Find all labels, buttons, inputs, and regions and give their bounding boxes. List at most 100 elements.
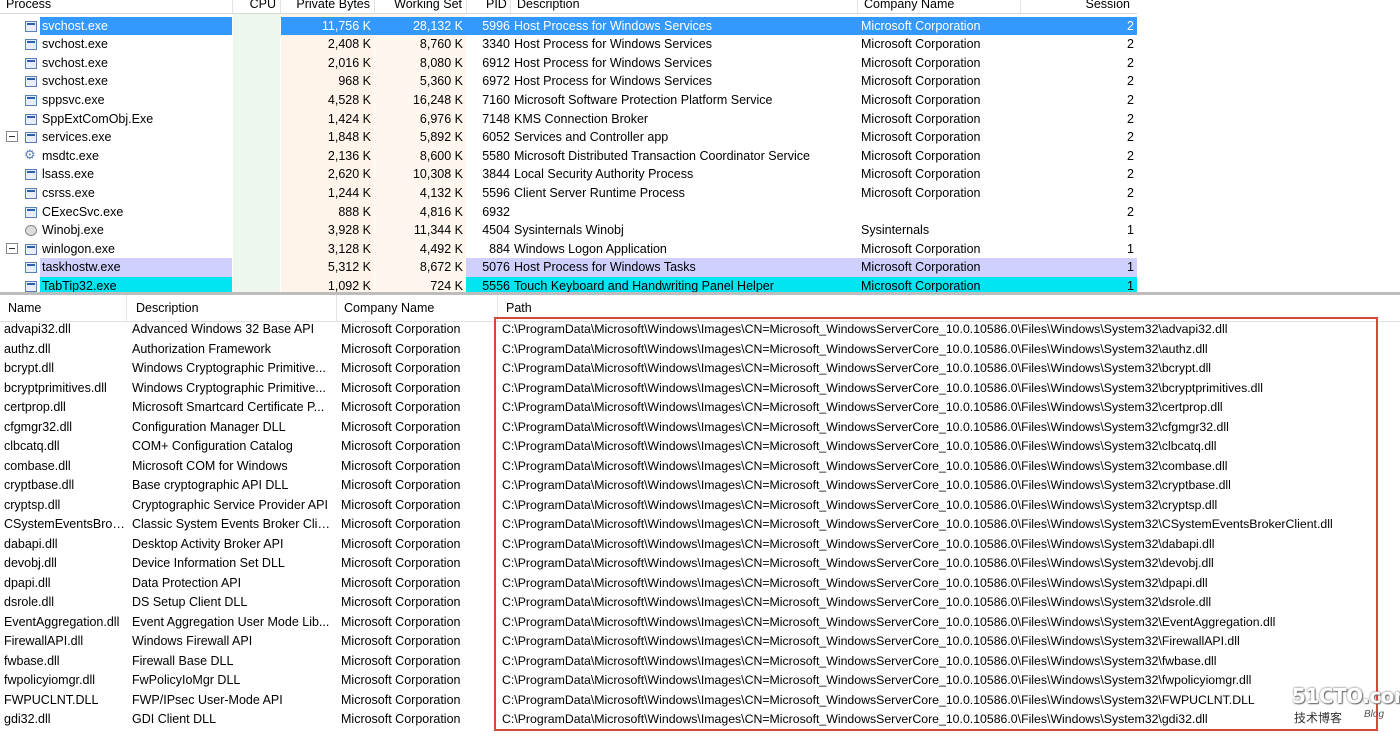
description-value: Local Security Authority Process (514, 167, 694, 182)
company-value: Microsoft Corporation (861, 111, 981, 126)
working-set-value: 28,132 K (412, 18, 463, 33)
private-bytes-value: 11,756 K (321, 18, 371, 33)
column-header-description[interactable]: Description (517, 0, 580, 12)
process-row[interactable]: CExecSvc.exe 888 K 4,816 K 6932 2 (0, 203, 1137, 222)
column-header-process[interactable]: Process (6, 0, 226, 12)
session-value: 1 (1127, 241, 1134, 256)
window-icon (25, 20, 37, 32)
working-set-value: 11,344 K (413, 223, 463, 238)
dll-company: Microsoft Corporation (341, 380, 461, 395)
working-set-value: 8,600 K (419, 148, 463, 163)
dll-name: cryptbase.dll (4, 478, 75, 492)
window-icon (25, 280, 37, 292)
process-row[interactable]: SppExtComObj.Exe 1,424 K 6,976 K 7148 KMS Co… (0, 110, 1137, 129)
dll-name: bcryptprimitives.dll (4, 380, 107, 395)
description-value: Touch Keyboard and Handwriting Panel Hel… (514, 278, 774, 293)
pid-value: 5596 (482, 185, 510, 200)
watermark-subtitle: 技术博客 (1294, 711, 1343, 725)
column-header-session[interactable]: Session (1024, 0, 1130, 12)
column-header-working-set[interactable]: Working Set (376, 0, 462, 12)
session-value: 2 (1127, 185, 1134, 200)
working-set-value: 6,976 K (419, 111, 463, 126)
dll-company: Microsoft Corporation (341, 478, 461, 492)
dll-description: Microsoft COM for Windows (132, 458, 288, 473)
process-row[interactable]: TabTip32.exe 1,092 K 724 K 5556 Touch Keyboa… (0, 276, 1137, 293)
dll-description: Microsoft Smartcard Certificate P... (132, 400, 325, 414)
pid-value: 6972 (482, 74, 510, 89)
dll-company: Microsoft Corporation (341, 439, 461, 453)
dll-name: CSystemEventsBrok... (4, 517, 126, 531)
process-row[interactable]: svchost.exe 2,408 K 8,760 K 3340 Host Proces… (0, 35, 1137, 54)
process-row[interactable]: svchost.exe 968 K 5,360 K 6972 Host Process … (0, 72, 1137, 91)
session-value: 1 (1127, 260, 1134, 275)
process-row[interactable]: svchost.exe 11,756 K 28,132 K 5996 Host Proc… (0, 16, 1137, 36)
dll-description: Windows Cryptographic Primitive... (132, 380, 326, 395)
description-value: Microsoft Software Protection Platform S… (514, 92, 773, 107)
session-value: 2 (1127, 92, 1134, 107)
dll-name: dpapi.dll (4, 575, 51, 590)
private-bytes-value: 2,016 K (327, 55, 371, 70)
column-header-private-bytes[interactable]: Private Bytes (282, 0, 370, 12)
path-highlight-box (494, 317, 1378, 731)
dll-description: DS Setup Client DLL (132, 595, 248, 609)
process-name: sppsvc.exe (42, 92, 105, 107)
pid-value: 6912 (482, 55, 510, 70)
session-value: 1 (1127, 223, 1134, 238)
process-row[interactable]: msdtc.exe 2,136 K 8,600 K 5580 Microsoft Dis… (0, 147, 1137, 166)
process-list-pane: Process CPU Private Bytes Working Set PI… (0, 0, 1400, 293)
process-name: lsass.exe (42, 167, 95, 182)
session-value: 2 (1127, 167, 1134, 182)
column-header-company-name[interactable]: Company Name (864, 0, 954, 12)
column-header-description[interactable]: Description (136, 301, 199, 315)
description-value (514, 203, 854, 222)
working-set-value: 5,892 K (419, 130, 463, 145)
dll-name: certprop.dll (4, 400, 66, 414)
process-row[interactable]: csrss.exe 1,244 K 4,132 K 5596 Client Server… (0, 184, 1137, 203)
description-value: Windows Logon Application (514, 241, 667, 256)
session-value: 2 (1127, 18, 1134, 33)
dll-company: Microsoft Corporation (341, 634, 461, 648)
working-set-value: 8,672 K (419, 260, 463, 275)
description-value: Sysinternals Winobj (514, 223, 624, 238)
description-value: Host Process for Windows Services (514, 18, 712, 33)
process-row[interactable]: lsass.exe 2,620 K 10,308 K 3844 Local Securi… (0, 165, 1137, 184)
process-row[interactable]: Winobj.exe 3,928 K 11,344 K 4504 Sysinternal… (0, 221, 1137, 240)
working-set-value: 4,492 K (419, 241, 463, 256)
company-value: Microsoft Corporation (861, 130, 981, 145)
collapse-tree-icon[interactable] (6, 242, 18, 254)
process-name: svchost.exe (42, 74, 109, 89)
process-row[interactable]: winlogon.exe 3,128 K 4,492 K 884 Windows Log… (0, 240, 1137, 259)
company-value: Microsoft Corporation (861, 92, 981, 107)
process-name: svchost.exe (42, 18, 109, 33)
process-name: SppExtComObj.Exe (42, 111, 154, 126)
column-header-name[interactable]: Name (8, 301, 41, 315)
column-header-company-name[interactable]: Company Name (344, 301, 434, 315)
process-row[interactable]: sppsvc.exe 4,528 K 16,248 K 7160 Microsoft S… (0, 91, 1137, 110)
session-value: 2 (1127, 37, 1134, 52)
working-set-value: 10,308 K (412, 167, 463, 182)
dll-company: Microsoft Corporation (341, 517, 461, 531)
process-row[interactable]: services.exe 1,848 K 5,892 K 6052 Services a… (0, 128, 1137, 147)
column-header-pid[interactable]: PID (486, 0, 507, 12)
dll-company: Microsoft Corporation (341, 400, 461, 414)
company-value: Microsoft Corporation (861, 74, 981, 89)
pid-value: 7160 (482, 92, 510, 107)
dll-description: Desktop Activity Broker API (132, 536, 284, 551)
company-value: Microsoft Corporation (861, 18, 981, 33)
process-row[interactable]: svchost.exe 2,016 K 8,080 K 6912 Host Proces… (0, 54, 1137, 73)
dll-company: Microsoft Corporation (341, 361, 461, 375)
process-row[interactable]: taskhostw.exe 5,312 K 8,672 K 5076 Host Proc… (0, 258, 1137, 277)
column-header-cpu[interactable]: CPU (234, 0, 276, 12)
company-value: Microsoft Corporation (861, 260, 981, 275)
company-value: Microsoft Corporation (861, 55, 981, 70)
window-icon (25, 262, 37, 274)
process-name: services.exe (42, 130, 112, 145)
dll-name: advapi32.dll (4, 322, 71, 336)
private-bytes-value: 888 K (338, 204, 371, 219)
process-name: Winobj.exe (42, 223, 104, 238)
session-value: 2 (1127, 130, 1134, 145)
collapse-tree-icon[interactable] (6, 131, 18, 143)
column-header-path[interactable]: Path (506, 301, 532, 315)
dll-company: Microsoft Corporation (341, 322, 461, 336)
window-icon (25, 113, 37, 125)
